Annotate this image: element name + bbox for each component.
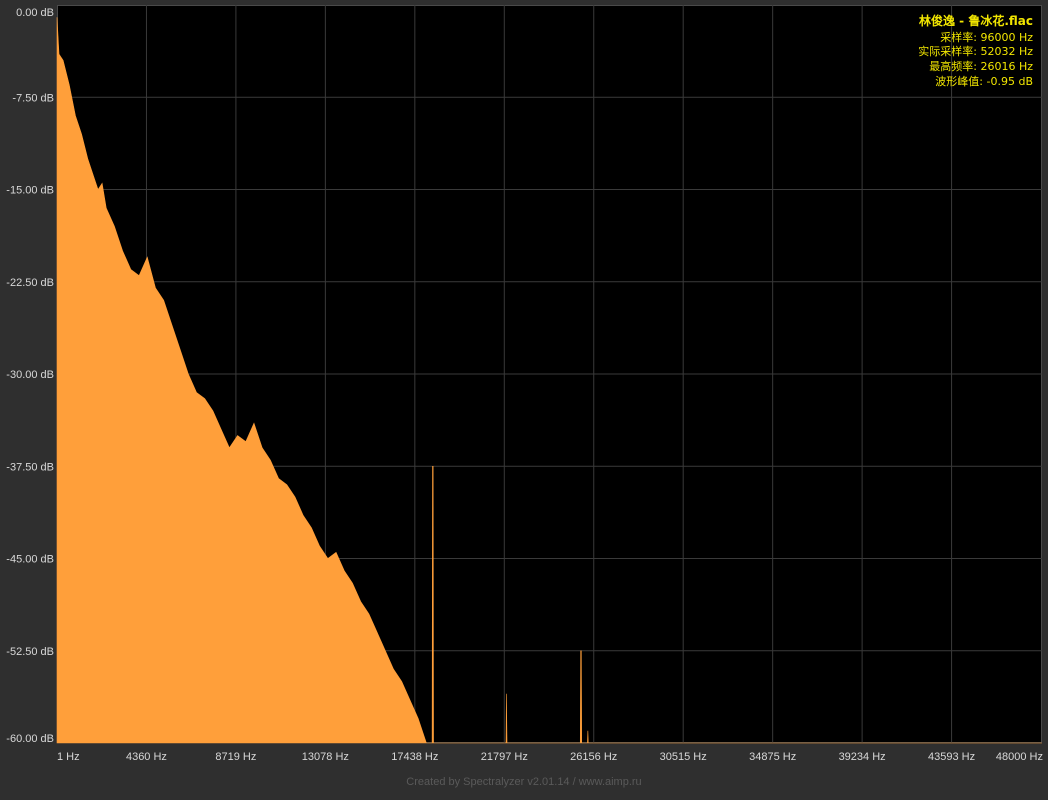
x-tick-label: 1 Hz <box>57 751 80 763</box>
x-axis: 1 Hz 4360 Hz 8719 Hz 13078 Hz 17438 Hz 21797 … <box>57 751 1043 763</box>
y-tick-label: -37.50 dB <box>6 461 54 473</box>
y-tick-label: 0.00 dB <box>16 7 54 19</box>
x-tick-label: 17438 Hz <box>391 751 438 763</box>
x-tick-label: 30515 Hz <box>660 751 707 763</box>
spectrum-series-area <box>56 17 1042 744</box>
x-tick-label: 4360 Hz <box>126 751 167 763</box>
x-tick-label: 13078 Hz <box>302 751 349 763</box>
info-max-frequency: 最高频率: 26016 Hz <box>929 59 1033 73</box>
info-panel: 林俊逸 - 鲁冰花.flac 采样率: 96000 Hz 实际采样率: 5203… <box>918 13 1033 88</box>
y-tick-label: -7.50 dB <box>12 92 54 104</box>
footer-credit: Created by Spectralyzer v2.01.14 / www.a… <box>406 776 642 788</box>
y-tick-label: -52.50 dB <box>6 646 54 658</box>
series-layer <box>56 17 1042 744</box>
y-axis: 0.00 dB -7.50 dB -15.00 dB -22.50 dB -30.00 … <box>6 7 54 745</box>
x-tick-label: 34875 Hz <box>749 751 796 763</box>
y-tick-label: -60.00 dB <box>6 733 54 745</box>
x-tick-label: 39234 Hz <box>839 751 886 763</box>
x-tick-label: 48000 Hz <box>996 751 1043 763</box>
spectrum-chart: 0.00 dB -7.50 dB -15.00 dB -22.50 dB -30.00 … <box>6 5 1043 763</box>
x-tick-label: 8719 Hz <box>215 751 256 763</box>
y-tick-label: -15.00 dB <box>6 185 54 197</box>
x-tick-label: 26156 Hz <box>570 751 617 763</box>
x-tick-label: 21797 Hz <box>481 751 528 763</box>
x-tick-label: 43593 Hz <box>928 751 975 763</box>
y-tick-label: -22.50 dB <box>6 277 54 289</box>
info-actual-sample-rate: 实际采样率: 52032 Hz <box>918 44 1033 58</box>
info-peak: 波形峰值: -0.95 dB <box>935 75 1033 88</box>
y-tick-label: -30.00 dB <box>6 369 54 381</box>
info-file-name: 林俊逸 - 鲁冰花.flac <box>919 13 1033 28</box>
info-sample-rate: 采样率: 96000 Hz <box>940 30 1033 44</box>
y-tick-label: -45.00 dB <box>6 554 54 566</box>
